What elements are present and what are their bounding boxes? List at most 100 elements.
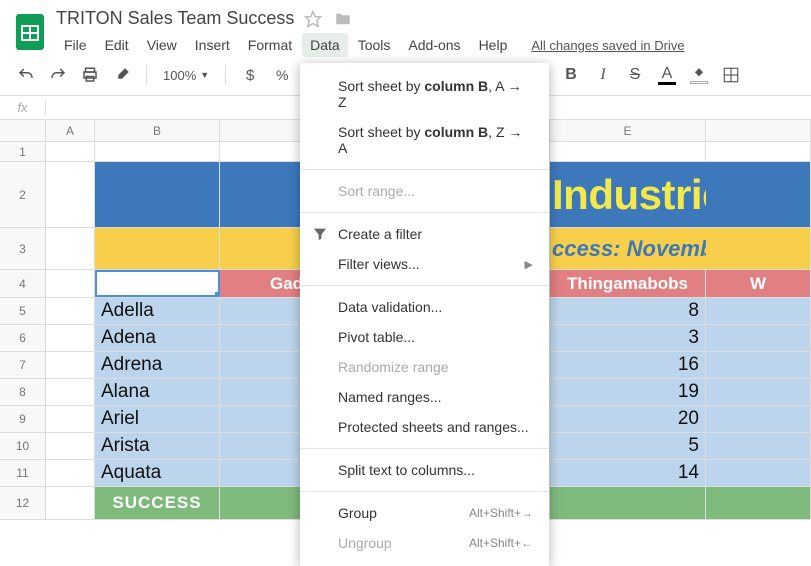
saved-status-link[interactable]: All changes saved in Drive bbox=[531, 38, 684, 53]
cell[interactable] bbox=[706, 228, 811, 269]
active-cell[interactable] bbox=[95, 270, 220, 297]
document-title[interactable]: TRITON Sales Team Success bbox=[56, 8, 294, 29]
menu-format[interactable]: Format bbox=[240, 33, 300, 57]
value-cell[interactable]: 20 bbox=[550, 406, 706, 432]
banner-title[interactable]: Industries bbox=[550, 162, 706, 227]
undo-button[interactable] bbox=[14, 63, 38, 87]
name-cell[interactable]: Arista bbox=[95, 433, 220, 459]
cell[interactable] bbox=[46, 352, 95, 378]
value-cell[interactable]: 3 bbox=[550, 325, 706, 351]
value-cell[interactable]: 5 bbox=[550, 433, 706, 459]
value-cell[interactable]: 8 bbox=[550, 298, 706, 324]
menu-addons[interactable]: Add-ons bbox=[400, 33, 468, 57]
name-cell[interactable]: Adrena bbox=[95, 352, 220, 378]
cell[interactable] bbox=[46, 325, 95, 351]
cell[interactable] bbox=[46, 270, 95, 297]
name-cell[interactable]: Adella bbox=[95, 298, 220, 324]
menu-filter-views[interactable]: Filter views...▶ bbox=[300, 249, 549, 279]
sheets-app-icon[interactable] bbox=[10, 8, 50, 56]
row-header-6[interactable]: 6 bbox=[0, 325, 46, 351]
column-header-cell[interactable]: Thingamabobs bbox=[550, 270, 706, 297]
cell[interactable] bbox=[46, 379, 95, 405]
row-header-10[interactable]: 10 bbox=[0, 433, 46, 459]
menu-group[interactable]: GroupAlt+Shift+→ bbox=[300, 498, 549, 528]
value-cell[interactable]: 19 bbox=[550, 379, 706, 405]
cell[interactable] bbox=[46, 433, 95, 459]
zoom-select[interactable]: 100%▼ bbox=[159, 68, 213, 83]
col-header-b[interactable]: B bbox=[95, 120, 220, 141]
banner-subtitle[interactable]: ccess: Novembe bbox=[550, 228, 706, 269]
cell[interactable] bbox=[46, 406, 95, 432]
row-header-9[interactable]: 9 bbox=[0, 406, 46, 432]
text-color-button[interactable]: A bbox=[656, 63, 678, 87]
cell[interactable] bbox=[706, 433, 811, 459]
cell[interactable] bbox=[95, 162, 220, 227]
row-header-11[interactable]: 11 bbox=[0, 460, 46, 486]
cell[interactable] bbox=[95, 142, 220, 161]
menu-data-validation[interactable]: Data validation... bbox=[300, 292, 549, 322]
menu-tools[interactable]: Tools bbox=[350, 33, 399, 57]
col-header-e[interactable]: E bbox=[550, 120, 706, 141]
menu-file[interactable]: File bbox=[56, 33, 95, 57]
cell[interactable] bbox=[706, 162, 811, 227]
row-header-3[interactable]: 3 bbox=[0, 228, 46, 269]
col-header-f[interactable] bbox=[706, 120, 811, 141]
menu-named-ranges[interactable]: Named ranges... bbox=[300, 382, 549, 412]
name-cell[interactable]: Ariel bbox=[95, 406, 220, 432]
move-folder-icon[interactable] bbox=[334, 10, 352, 28]
paint-format-button[interactable] bbox=[110, 63, 134, 87]
cell[interactable] bbox=[46, 460, 95, 486]
name-cell[interactable]: Aquata bbox=[95, 460, 220, 486]
menu-view[interactable]: View bbox=[139, 33, 185, 57]
menu-sort-za[interactable]: Sort sheet by column B, Z → A bbox=[300, 117, 549, 163]
value-cell[interactable]: 16 bbox=[550, 352, 706, 378]
cell[interactable] bbox=[706, 325, 811, 351]
cell[interactable] bbox=[46, 298, 95, 324]
cell[interactable] bbox=[706, 487, 811, 519]
cell[interactable] bbox=[95, 228, 220, 269]
cell[interactable] bbox=[706, 406, 811, 432]
redo-button[interactable] bbox=[46, 63, 70, 87]
print-button[interactable] bbox=[78, 63, 102, 87]
cell[interactable] bbox=[706, 352, 811, 378]
menu-help[interactable]: Help bbox=[471, 33, 516, 57]
cell[interactable] bbox=[46, 487, 95, 519]
name-cell[interactable]: Adena bbox=[95, 325, 220, 351]
cell[interactable] bbox=[550, 487, 706, 519]
row-header-1[interactable]: 1 bbox=[0, 142, 46, 161]
row-header-12[interactable]: 12 bbox=[0, 487, 46, 519]
menu-split-text[interactable]: Split text to columns... bbox=[300, 455, 549, 485]
fill-color-button[interactable] bbox=[688, 63, 710, 87]
italic-button[interactable]: I bbox=[592, 63, 614, 87]
format-percent-button[interactable]: % bbox=[270, 63, 294, 87]
cell[interactable] bbox=[46, 142, 95, 161]
bold-button[interactable]: B bbox=[560, 63, 582, 87]
cell[interactable] bbox=[46, 228, 95, 269]
borders-button[interactable] bbox=[720, 63, 742, 87]
cell[interactable] bbox=[706, 142, 811, 161]
menu-create-filter[interactable]: Create a filter bbox=[300, 219, 549, 249]
menu-edit[interactable]: Edit bbox=[97, 33, 137, 57]
col-header-a[interactable]: A bbox=[46, 120, 95, 141]
format-currency-button[interactable]: $ bbox=[238, 63, 262, 87]
menu-protected-sheets[interactable]: Protected sheets and ranges... bbox=[300, 412, 549, 442]
strikethrough-button[interactable]: S bbox=[624, 63, 646, 87]
cell[interactable] bbox=[706, 379, 811, 405]
cell[interactable] bbox=[550, 142, 706, 161]
menu-pivot-table[interactable]: Pivot table... bbox=[300, 322, 549, 352]
row-header-5[interactable]: 5 bbox=[0, 298, 46, 324]
menu-data[interactable]: Data bbox=[302, 33, 348, 57]
success-label-cell[interactable]: SUCCESS bbox=[95, 487, 220, 519]
star-icon[interactable] bbox=[304, 10, 322, 28]
row-header-4[interactable]: 4 bbox=[0, 270, 46, 297]
name-cell[interactable]: Alana bbox=[95, 379, 220, 405]
column-header-cell[interactable]: W bbox=[706, 270, 811, 297]
row-header-8[interactable]: 8 bbox=[0, 379, 46, 405]
cell[interactable] bbox=[46, 162, 95, 227]
cell[interactable] bbox=[706, 460, 811, 486]
value-cell[interactable]: 14 bbox=[550, 460, 706, 486]
row-header-2[interactable]: 2 bbox=[0, 162, 46, 227]
select-all-corner[interactable] bbox=[0, 120, 46, 141]
menu-insert[interactable]: Insert bbox=[187, 33, 238, 57]
row-header-7[interactable]: 7 bbox=[0, 352, 46, 378]
